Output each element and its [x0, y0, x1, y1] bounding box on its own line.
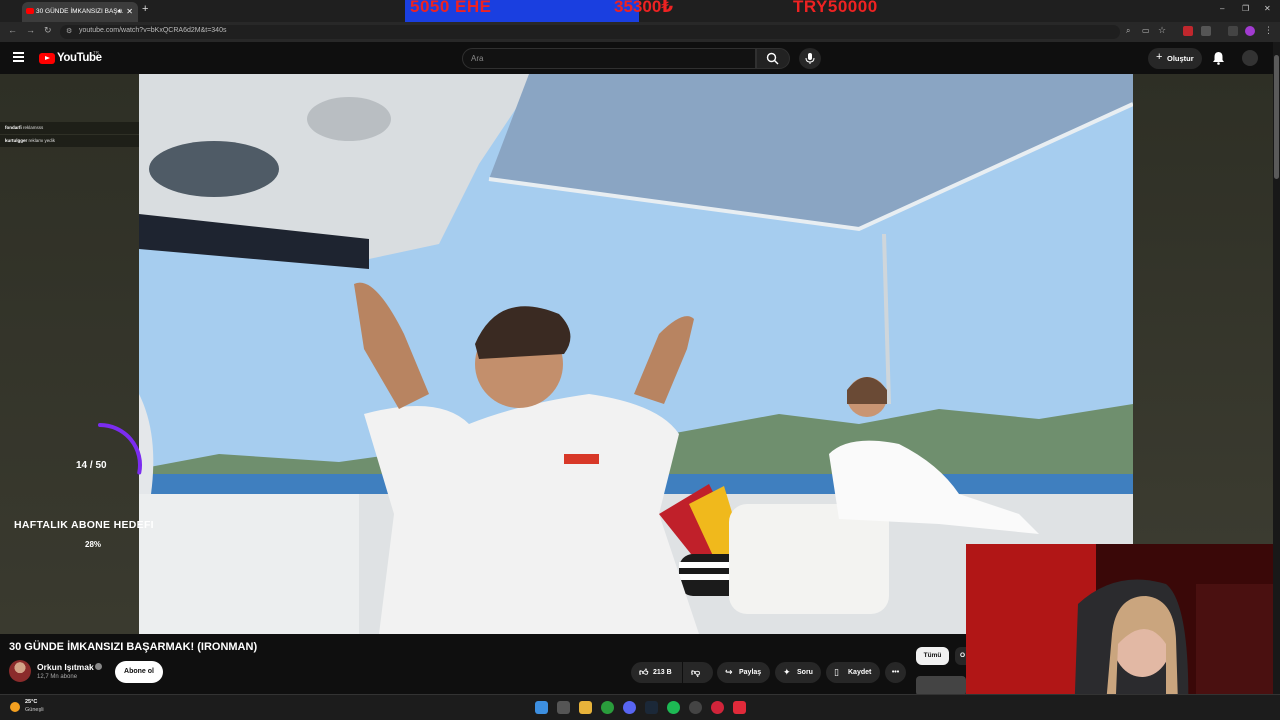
plus-icon: + — [1156, 51, 1163, 63]
like-button[interactable]: 👍︎ 213 B — [631, 662, 682, 683]
cast-icon[interactable]: ▭ — [1142, 26, 1150, 35]
goal-count: 14 / 50 — [76, 460, 107, 471]
voice-search-button[interactable] — [799, 48, 821, 69]
subscriber-count: 12,7 Mn abone — [37, 674, 78, 680]
subscribe-button[interactable]: Abone ol — [115, 661, 163, 683]
scrollbar-thumb[interactable] — [1274, 55, 1279, 179]
thumbs-up-icon: 👍︎ — [639, 667, 649, 677]
thumbs-down-icon: 👎︎ — [691, 667, 701, 677]
close-tab-icon[interactable]: ✕ — [126, 2, 133, 22]
goal-title: HAFTALIK ABONE HEDEFI — [14, 519, 154, 531]
more-actions-button[interactable]: ••• — [885, 662, 906, 683]
sparkle-icon: ✦ — [783, 667, 791, 677]
weather-description: Güneşli — [25, 707, 44, 713]
save-button[interactable]: ▯ Kaydet — [826, 662, 880, 683]
zoom-icon[interactable]: ⌕ — [1126, 26, 1130, 36]
extensions-puzzle-icon[interactable] — [1201, 26, 1211, 36]
chat-username: kurtulgger — [5, 138, 28, 143]
browser-tab[interactable]: 30 GÜNDE İMKANSIZI BAŞ... 🔊︎ ✕ — [22, 2, 138, 22]
forward-icon[interactable]: → — [26, 25, 35, 35]
ticker-text-c: TRY50000 — [793, 0, 878, 16]
country-code: TR — [93, 50, 99, 55]
browser-menu-icon[interactable]: ⋮ — [1264, 25, 1273, 36]
file-explorer-icon[interactable] — [579, 701, 592, 714]
share-label: Paylaş — [739, 669, 762, 676]
dislike-button[interactable]: 👎︎ — [683, 662, 713, 683]
search-icon — [766, 52, 779, 65]
ask-label: Soru — [797, 669, 813, 676]
tab-search-icon[interactable] — [1228, 26, 1238, 36]
ask-button[interactable]: ✦ Soru — [775, 662, 821, 683]
chat-text: reklamı yedik — [28, 138, 56, 143]
profile-avatar[interactable] — [1245, 26, 1255, 36]
obs-icon[interactable] — [689, 701, 702, 714]
maximize-button[interactable]: ❐ — [1242, 4, 1249, 13]
search-input[interactable] — [462, 48, 756, 69]
task-view-icon[interactable] — [557, 701, 570, 714]
tab-title: 30 GÜNDE İMKANSIZI BAŞ... — [36, 8, 124, 15]
weather-temperature: 25°C — [25, 699, 38, 705]
youtube-favicon-icon — [26, 8, 34, 14]
back-icon[interactable]: ← — [8, 25, 17, 35]
ticker-text-a: 5050 EHE — [410, 0, 492, 16]
steam-icon[interactable] — [645, 701, 658, 714]
chat-message: fondarfi reklamsss — [0, 122, 139, 134]
goal-percent: 28% — [85, 540, 102, 549]
bookmark-star-icon[interactable]: ☆ — [1158, 25, 1166, 36]
app-icon-red-2[interactable] — [733, 701, 746, 714]
chrome-icon[interactable] — [601, 701, 614, 714]
channel-avatar[interactable] — [9, 660, 31, 682]
share-button[interactable]: ↪ Paylaş — [717, 662, 770, 683]
channel-name[interactable]: Orkun Işıtmak — [37, 662, 94, 672]
hamburger-menu-icon[interactable] — [13, 52, 24, 64]
discord-icon[interactable] — [623, 701, 636, 714]
search-placeholder: Ara — [471, 54, 484, 63]
microphone-icon — [805, 53, 815, 64]
notifications-bell-icon[interactable] — [1212, 51, 1225, 65]
close-window-button[interactable]: ✕ — [1264, 4, 1271, 13]
video-title: 30 GÜNDE İMKANSIZI BAŞARMAK! (IRONMAN) — [9, 641, 258, 653]
extension-icon[interactable] — [1183, 26, 1193, 36]
recommended-video-thumbnail[interactable] — [916, 676, 966, 696]
stream-overlay-right — [1133, 74, 1273, 544]
app-icon-red[interactable] — [711, 701, 724, 714]
share-icon: ↪ — [725, 667, 733, 677]
reload-icon[interactable]: ↻ — [44, 25, 52, 36]
new-tab-button[interactable]: + — [142, 3, 148, 15]
spotify-icon[interactable] — [667, 701, 680, 714]
like-count: 213 B — [653, 669, 672, 676]
save-label: Kaydet — [848, 669, 872, 676]
windows-taskbar — [0, 694, 1280, 720]
account-avatar[interactable] — [1242, 50, 1258, 66]
stream-overlay-left — [0, 74, 139, 634]
chat-text: reklamsss — [23, 125, 44, 130]
url-text: youtube.com/watch?v=bKxQCRA6d2M&t=340s — [79, 27, 227, 34]
minimize-button[interactable]: – — [1220, 4, 1224, 13]
sun-weather-icon[interactable] — [10, 702, 20, 712]
start-icon[interactable] — [535, 701, 548, 714]
youtube-logo-icon[interactable] — [39, 53, 55, 64]
chip-all[interactable]: Tümü — [916, 647, 949, 665]
stream-chat: fondarfi reklamsss kurtulgger reklamı ye… — [0, 122, 139, 148]
speaker-icon[interactable]: 🔊︎ — [118, 2, 122, 22]
chat-message: kurtulgger reklamı yedik — [0, 135, 139, 147]
chat-username: fondarfi — [5, 125, 22, 130]
bookmark-icon: ▯ — [834, 667, 839, 677]
ticker-text-b: 35300₺ — [614, 0, 674, 16]
site-info-icon[interactable]: ⚙ — [66, 27, 72, 35]
verified-badge-icon — [95, 663, 102, 670]
